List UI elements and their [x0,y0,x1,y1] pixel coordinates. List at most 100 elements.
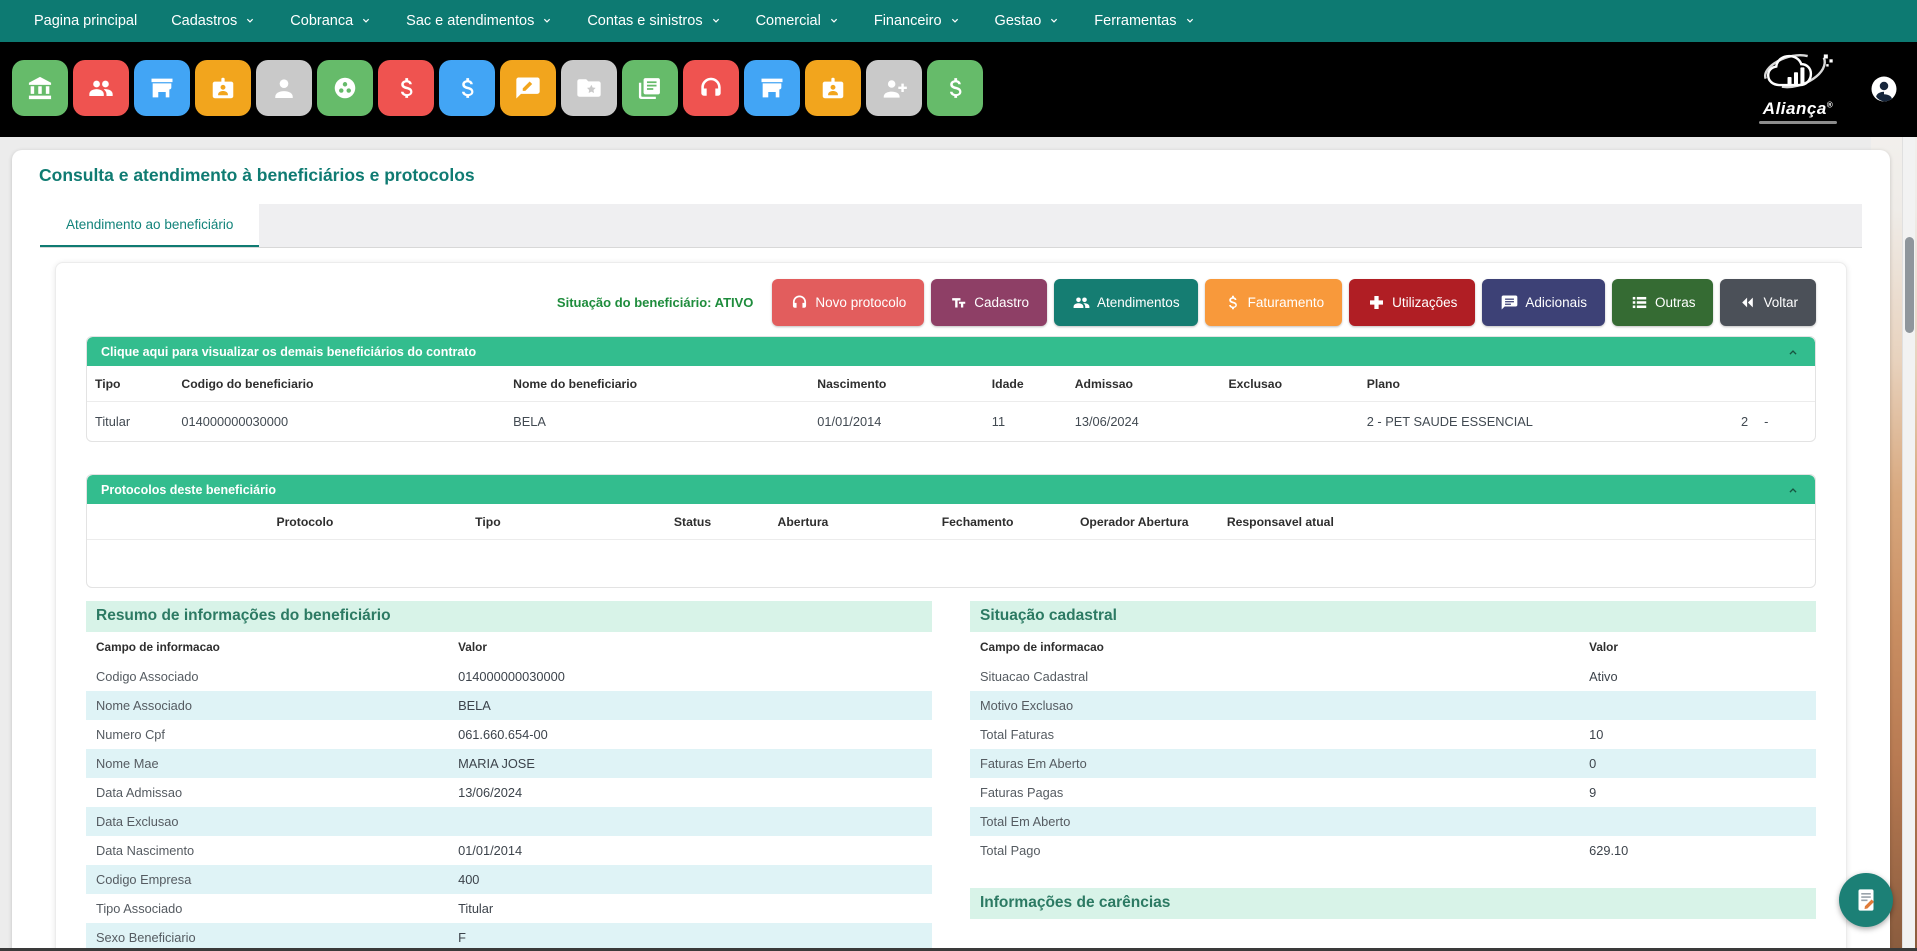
toolbar-button-badge-icon[interactable] [195,60,251,116]
column-header: Exclusao [1221,366,1359,402]
button-label: Atendimentos [1097,295,1180,310]
toolbar-button-rate-review-icon[interactable] [500,60,556,116]
cell: 01/01/2014 [809,402,984,442]
menu-item-sac-e-atendimentos[interactable]: Sac e atendimentos [406,13,553,29]
cadastral-table: Campo de informacao Valor Situacao Cadas… [970,632,1816,865]
menu-item-label: Ferramentas [1094,13,1176,29]
field-label: Data Exclusao [86,807,448,836]
menu-item-ferramentas[interactable]: Ferramentas [1094,13,1195,29]
cell: 13/06/2024 [1067,402,1221,442]
menu-item-cadastros[interactable]: Cadastros [171,13,256,29]
vertical-scrollbar[interactable] [1902,137,1915,951]
brand-name: Aliança® [1743,99,1853,119]
field-label: Numero Cpf [86,720,448,749]
toolbar-button-dollar-icon[interactable] [927,60,983,116]
tab-atendimento-beneficiario[interactable]: Atendimento ao beneficiário [40,204,259,247]
column-header: Tipo [467,504,666,540]
chevron-down-icon [541,15,553,27]
voltar-button[interactable]: Voltar [1720,279,1816,326]
chevron-up-icon[interactable] [1785,344,1801,360]
toolbar-button-dollar-icon[interactable] [439,60,495,116]
utilizações-button[interactable]: Utilizações [1349,279,1475,326]
menu-item-gestao[interactable]: Gestao [995,13,1061,29]
novo-protocolo-button[interactable]: Novo protocolo [772,279,924,326]
toolbar-button-bank-icon[interactable] [12,60,68,116]
column-header: Operador Abertura [1072,504,1219,540]
field-label: Sexo Beneficiario [86,923,448,951]
faturamento-button[interactable]: Faturamento [1205,279,1343,326]
toolbar-button-casino-icon[interactable] [317,60,373,116]
new-note-fab[interactable] [1839,873,1893,927]
toolbar-button-person-icon[interactable] [256,60,312,116]
outras-button[interactable]: Outras [1612,279,1714,326]
protocols-banner[interactable]: Protocolos deste beneficiário [87,475,1815,504]
field-label: Nome Mae [86,749,448,778]
protocols-empty-body [87,540,1815,587]
menu-item-label: Pagina principal [34,13,137,29]
field-label: Tipo Associado [86,894,448,923]
menu-item-cobranca[interactable]: Cobranca [290,13,372,29]
scrollbar-thumb[interactable] [1905,237,1914,333]
chevron-up-icon[interactable] [1785,482,1801,498]
rate-review-icon [514,74,542,102]
button-label: Novo protocolo [815,295,906,310]
summary-section: Resumo de informações do beneficiário Ca… [86,601,932,951]
info-row: Codigo Associado014000000030000 [86,662,932,691]
column-header: Codigo do beneficiario [173,366,505,402]
field-value: 9 [1579,778,1816,807]
document-edit-icon [1851,885,1881,915]
beneficiaries-banner[interactable]: Clique aqui para visualizar os demais be… [87,337,1815,366]
toolbar-button-folder-star-icon[interactable] [561,60,617,116]
info-row: Faturas Pagas9 [970,778,1816,807]
beneficiary-row[interactable]: Titular014000000030000BELA01/01/20141113… [87,402,1815,442]
cell: - [1756,402,1815,442]
cell: 11 [984,402,1067,442]
content-card: Consulta e atendimento à beneficiários e… [12,150,1890,951]
text-fields-icon [949,293,968,312]
menu-item-label: Contas e sinistros [587,13,702,29]
button-label: Outras [1655,295,1696,310]
status-value: ATIVO [715,295,754,310]
column-header: Status [666,504,770,540]
field-label: Faturas Em Aberto [970,749,1579,778]
toolbar-button-badge-icon[interactable] [805,60,861,116]
info-row: Situacao CadastralAtivo [970,662,1816,691]
menu-item-comercial[interactable]: Comercial [756,13,840,29]
info-row: Faturas Em Aberto0 [970,749,1816,778]
toolbar-button-group-icon[interactable] [73,60,129,116]
cadastro-button[interactable]: Cadastro [931,279,1047,326]
dollar-icon [392,74,420,102]
dollar-icon [941,74,969,102]
account-icon[interactable] [1869,74,1899,104]
toolbar-button-store-icon[interactable] [134,60,190,116]
column-header [1756,366,1815,402]
button-label: Voltar [1763,295,1798,310]
protocols-group: Protocolos deste beneficiário ProtocoloT… [86,474,1816,588]
field-value: MARIA JOSE [448,749,932,778]
menu-item-contas-e-sinistros[interactable]: Contas e sinistros [587,13,721,29]
atendimentos-button[interactable]: Atendimentos [1054,279,1198,326]
main-panel: Situação do beneficiário: ATIVO Novo pro… [55,262,1847,951]
cell: Titular [87,402,173,442]
cadastral-section-title: Situação cadastral [970,601,1816,632]
toolbar-button-person-add-icon[interactable] [866,60,922,116]
chevron-down-icon [710,15,722,27]
menu-item-pagina-principal[interactable]: Pagina principal [34,13,137,29]
field-value [448,807,932,836]
column-header: Responsavel atual [1219,504,1815,540]
toolbar-buttons [12,60,983,116]
toolbar-button-store-icon[interactable] [744,60,800,116]
adicionais-button[interactable]: Adicionais [1482,279,1605,326]
menu-item-financeiro[interactable]: Financeiro [874,13,961,29]
person-icon [270,74,298,102]
cell: 2 - PET SAUDE ESSENCIAL [1359,402,1687,442]
beneficiaries-group: Clique aqui para visualizar os demais be… [86,336,1816,442]
toolbar-button-headset-icon[interactable] [683,60,739,116]
folder-star-icon [575,74,603,102]
column-header: Idade [984,366,1067,402]
toolbar-button-library-icon[interactable] [622,60,678,116]
info-sections: Resumo de informações do beneficiário Ca… [86,601,1816,951]
column-header: Valor [1579,632,1816,662]
toolbar-button-dollar-icon[interactable] [378,60,434,116]
cell [1221,402,1359,442]
